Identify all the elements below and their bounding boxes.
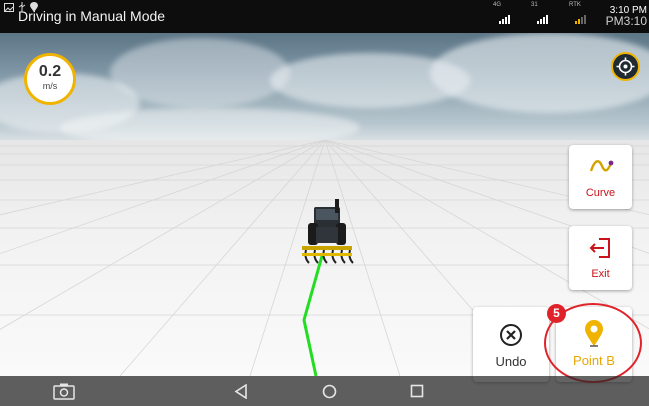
crosshair-icon bbox=[616, 57, 635, 76]
exit-icon bbox=[589, 238, 610, 258]
step-badge: 5 bbox=[547, 304, 566, 323]
undo-label: Undo bbox=[495, 354, 527, 369]
signal-bars-icon bbox=[499, 15, 510, 24]
status-bar: Driving in Manual Mode 4G 31 RTK 3:10 PM… bbox=[0, 0, 649, 33]
android-nav-bar bbox=[0, 376, 649, 406]
speed-value: 0.2 bbox=[38, 63, 62, 80]
curve-label: Curve bbox=[585, 187, 616, 199]
recenter-button[interactable] bbox=[611, 52, 640, 81]
signal-bars-icon bbox=[575, 15, 586, 24]
sky-background bbox=[0, 33, 649, 140]
home-icon[interactable] bbox=[322, 384, 337, 399]
undo-button[interactable]: Undo bbox=[473, 307, 549, 382]
back-icon[interactable] bbox=[234, 384, 248, 399]
close-circle-icon bbox=[500, 324, 522, 346]
mode-title: Driving in Manual Mode bbox=[18, 8, 166, 24]
speed-gauge: 0.2 m/s bbox=[24, 53, 76, 105]
signal-bars-icon bbox=[537, 15, 548, 24]
speed-unit: m/s bbox=[42, 81, 58, 91]
signal-secondary: 31 bbox=[531, 2, 555, 28]
screenshot-icon[interactable] bbox=[53, 383, 75, 400]
curve-icon bbox=[589, 160, 614, 172]
clock: 3:10 PM PM3:10 bbox=[605, 5, 647, 28]
signal-4g: 4G bbox=[493, 2, 517, 28]
exit-label: Exit bbox=[591, 268, 610, 280]
guidance-track-line bbox=[302, 255, 324, 377]
curve-button[interactable]: Curve bbox=[569, 145, 632, 209]
signal-rtk: RTK bbox=[569, 2, 593, 28]
tractor-icon bbox=[302, 199, 354, 264]
gallery-icon bbox=[4, 2, 14, 12]
recents-icon[interactable] bbox=[410, 384, 424, 398]
exit-button[interactable]: Exit bbox=[569, 226, 632, 290]
